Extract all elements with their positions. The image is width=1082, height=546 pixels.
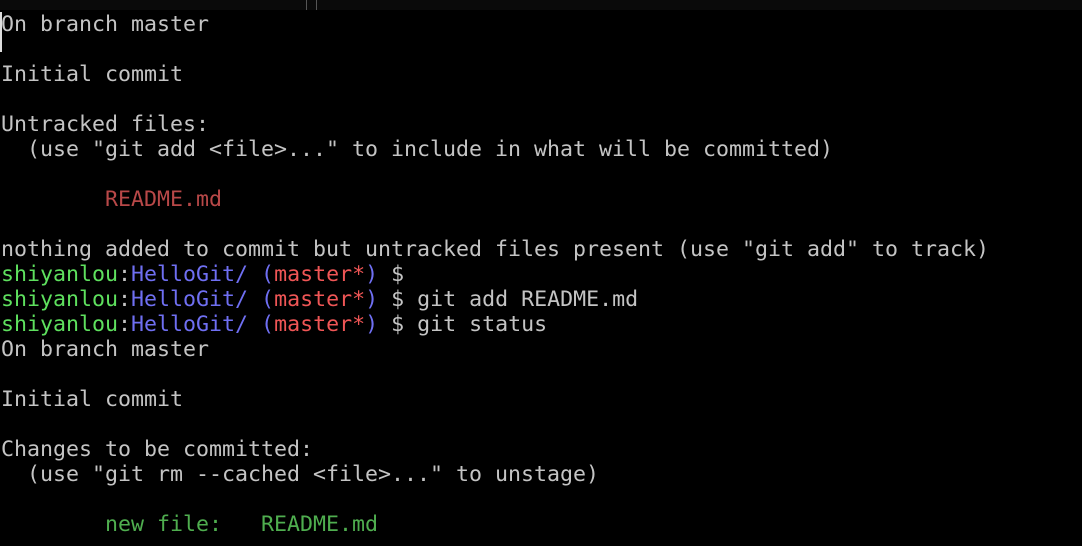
terminal-text-segment: shiyanlou [1,312,119,337]
terminal-line: new file: README.md [1,512,989,537]
terminal-text-segment: Initial commit [1,387,184,412]
terminal-text-segment: Changes to be committed: [1,437,314,462]
terminal-line: nothing added to commit but untracked fi… [1,237,989,262]
terminal-text-segment: README.md [1,187,223,212]
terminal-text-segment: shiyanlou [1,287,119,312]
terminal-text-segment: nothing added to commit but untracked fi… [1,237,990,262]
terminal-text-segment: master* [274,312,366,337]
terminal-text-segment: ) [365,312,379,337]
terminal-top-bar [0,0,1082,10]
terminal-text-segment: ( [248,312,275,337]
terminal-text-segment: $ git status [378,312,548,337]
terminal-text-segment: : [118,312,132,337]
terminal-text-segment: ) [365,287,379,312]
terminal-text-segment: ( [248,262,275,287]
terminal-text-segment: HelloGit/ [131,287,249,312]
terminal-line: Initial commit [1,62,989,87]
terminal-line: (use "git rm --cached <file>..." to unst… [1,462,989,487]
terminal-line: shiyanlou:HelloGit/ (master*) $ git add … [1,287,989,312]
terminal-text-segment: : [118,262,132,287]
terminal-text-segment: Initial commit [1,62,184,87]
terminal-text-segment: $ [378,262,418,287]
terminal-line: README.md [1,187,989,212]
terminal-text-segment: master* [274,262,366,287]
terminal-line: shiyanlou:HelloGit/ (master*) $ git stat… [1,312,989,337]
terminal-line: Initial commit [1,387,989,412]
terminal-line: shiyanlou:HelloGit/ (master*) $ [1,262,989,287]
terminal-text-segment: ) [365,262,379,287]
terminal-text-segment: shiyanlou [1,262,119,287]
terminal-text-segment: Untracked files: [1,112,210,137]
terminal-text-segment: ( [248,287,275,312]
terminal-text-segment: HelloGit/ [131,262,249,287]
terminal-text-segment: On branch master [1,12,210,37]
terminal-text-segment: (use "git rm --cached <file>..." to unst… [1,462,600,487]
terminal-output[interactable]: On branch master Initial commit Untracked … [1,12,989,537]
terminal-text-segment: $ git add README.md [378,287,639,312]
terminal-line: On branch master [1,337,989,362]
terminal-line: On branch master [1,12,989,37]
terminal-text-segment: new file: README.md [1,512,379,537]
terminal-text-segment: On branch master [1,337,210,362]
pane-divider[interactable] [306,0,307,10]
terminal-line: Changes to be committed: [1,437,989,462]
terminal-line: Untracked files: [1,112,989,137]
terminal-text-segment: HelloGit/ [131,312,249,337]
terminal-line: (use "git add <file>..." to include in w… [1,137,989,162]
terminal-text-segment: master* [274,287,366,312]
pane-divider[interactable] [316,0,317,10]
terminal-text-segment: (use "git add <file>..." to include in w… [1,137,834,162]
terminal-text-segment: : [118,287,132,312]
